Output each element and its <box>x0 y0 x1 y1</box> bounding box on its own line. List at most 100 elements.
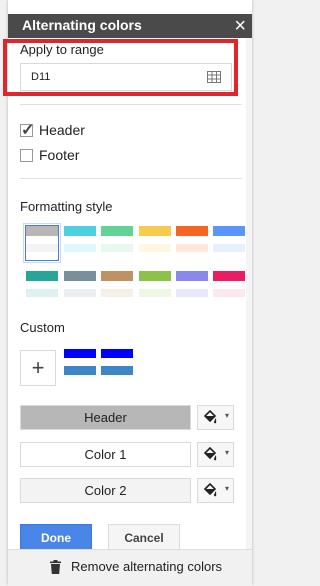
formatting-style-swatch[interactable] <box>213 226 245 260</box>
range-label: Apply to range <box>20 42 104 57</box>
swatch-band <box>213 281 245 289</box>
formatting-style-swatch[interactable] <box>213 271 245 305</box>
swatch-band <box>139 244 171 252</box>
swatch-band <box>176 244 208 252</box>
header-checkbox[interactable]: ✓ <box>20 122 34 139</box>
swatch-band <box>101 349 133 358</box>
remove-bar: Remove alternating colors <box>8 549 252 586</box>
swatch-band <box>213 244 245 252</box>
header-option[interactable]: ✓ Header <box>20 121 85 139</box>
divider <box>20 104 242 105</box>
swatch-band <box>64 349 96 358</box>
remove-label: Remove alternating colors <box>71 559 223 574</box>
swatch-band <box>101 226 133 236</box>
paint-bucket-icon <box>203 483 217 497</box>
swatch-band <box>213 236 245 244</box>
swatch-band <box>213 289 245 297</box>
swatch-band <box>139 281 171 289</box>
swatch-band <box>26 252 58 260</box>
swatch-band <box>101 281 133 289</box>
grid-select-icon[interactable] <box>207 71 221 83</box>
swatch-band <box>101 358 133 366</box>
swatch-band <box>176 226 208 236</box>
swatch-band <box>139 289 171 297</box>
swatch-band <box>26 289 58 297</box>
footer-checkbox[interactable] <box>20 148 33 162</box>
swatch-band <box>139 297 171 305</box>
swatch-band <box>101 271 133 281</box>
swatch-band <box>139 252 171 260</box>
chevron-down-icon: ▾ <box>224 411 229 420</box>
paint-bucket-icon <box>203 410 217 424</box>
custom-style-swatch[interactable] <box>64 349 96 383</box>
swatch-band <box>213 226 245 236</box>
chevron-down-icon: ▾ <box>224 448 229 457</box>
range-input[interactable]: D11 <box>20 63 232 91</box>
formatting-style-swatch[interactable] <box>176 271 208 305</box>
swatch-band <box>213 252 245 260</box>
swatch-band <box>101 236 133 244</box>
swatch-band <box>64 297 96 305</box>
swatch-band <box>26 271 58 281</box>
swatch-band <box>64 252 96 260</box>
formatting-style-swatch[interactable] <box>176 226 208 260</box>
trash-icon <box>50 559 61 574</box>
formatting-style-swatch[interactable] <box>139 271 171 305</box>
panel-titlebar: Alternating colors × <box>8 14 252 38</box>
swatch-band <box>176 281 208 289</box>
add-custom-style-button[interactable]: + <box>20 350 56 386</box>
color1-button[interactable]: Color 1 <box>20 442 191 467</box>
formatting-style-swatch[interactable] <box>25 225 59 261</box>
remove-alternating-colors-link[interactable]: Remove alternating colors <box>50 559 222 574</box>
header-checkbox-label: Header <box>39 122 85 138</box>
swatch-band <box>101 289 133 297</box>
footer-option[interactable]: Footer <box>20 146 79 164</box>
swatch-band <box>176 252 208 260</box>
swatch-band <box>26 244 58 252</box>
custom-style-swatch[interactable] <box>101 349 133 383</box>
formatting-style-swatch[interactable] <box>101 226 133 260</box>
divider <box>20 178 242 179</box>
formatting-style-swatch[interactable] <box>26 271 58 305</box>
swatch-band <box>139 226 171 236</box>
swatch-band <box>176 297 208 305</box>
swatch-band <box>26 226 58 236</box>
scrollbar[interactable] <box>246 38 252 585</box>
close-icon[interactable]: × <box>234 14 246 38</box>
swatch-band <box>101 366 133 375</box>
swatch-band <box>139 271 171 281</box>
swatch-band <box>176 289 208 297</box>
swatch-band <box>64 281 96 289</box>
color2-button[interactable]: Color 2 <box>20 478 191 503</box>
swatch-band <box>101 297 133 305</box>
swatch-band <box>176 271 208 281</box>
swatch-band <box>101 252 133 260</box>
swatch-band <box>213 271 245 281</box>
header-fill-button[interactable]: ▾ <box>197 405 234 430</box>
formatting-style-swatch[interactable] <box>64 226 96 260</box>
swatch-band <box>64 289 96 297</box>
swatch-band <box>64 226 96 236</box>
header-color-button[interactable]: Header <box>20 405 191 430</box>
formatting-style-swatch[interactable] <box>101 271 133 305</box>
swatch-band <box>64 271 96 281</box>
swatch-band <box>101 375 133 383</box>
swatch-band <box>64 358 96 366</box>
chevron-down-icon: ▾ <box>224 484 229 493</box>
swatch-band <box>64 236 96 244</box>
swatch-band <box>26 297 58 305</box>
swatch-band <box>26 236 58 244</box>
footer-checkbox-label: Footer <box>39 147 80 163</box>
swatch-band <box>64 375 96 383</box>
color1-fill-button[interactable]: ▾ <box>197 442 234 467</box>
formatting-style-swatch[interactable] <box>64 271 96 305</box>
panel-title: Alternating colors <box>22 17 142 33</box>
paint-bucket-icon <box>203 447 217 461</box>
swatch-band <box>64 366 96 375</box>
custom-label: Custom <box>20 320 65 335</box>
color2-fill-button[interactable]: ▾ <box>197 478 234 503</box>
range-value: D11 <box>31 71 51 83</box>
swatch-band <box>213 297 245 305</box>
swatch-band <box>139 236 171 244</box>
formatting-style-swatch[interactable] <box>139 226 171 260</box>
